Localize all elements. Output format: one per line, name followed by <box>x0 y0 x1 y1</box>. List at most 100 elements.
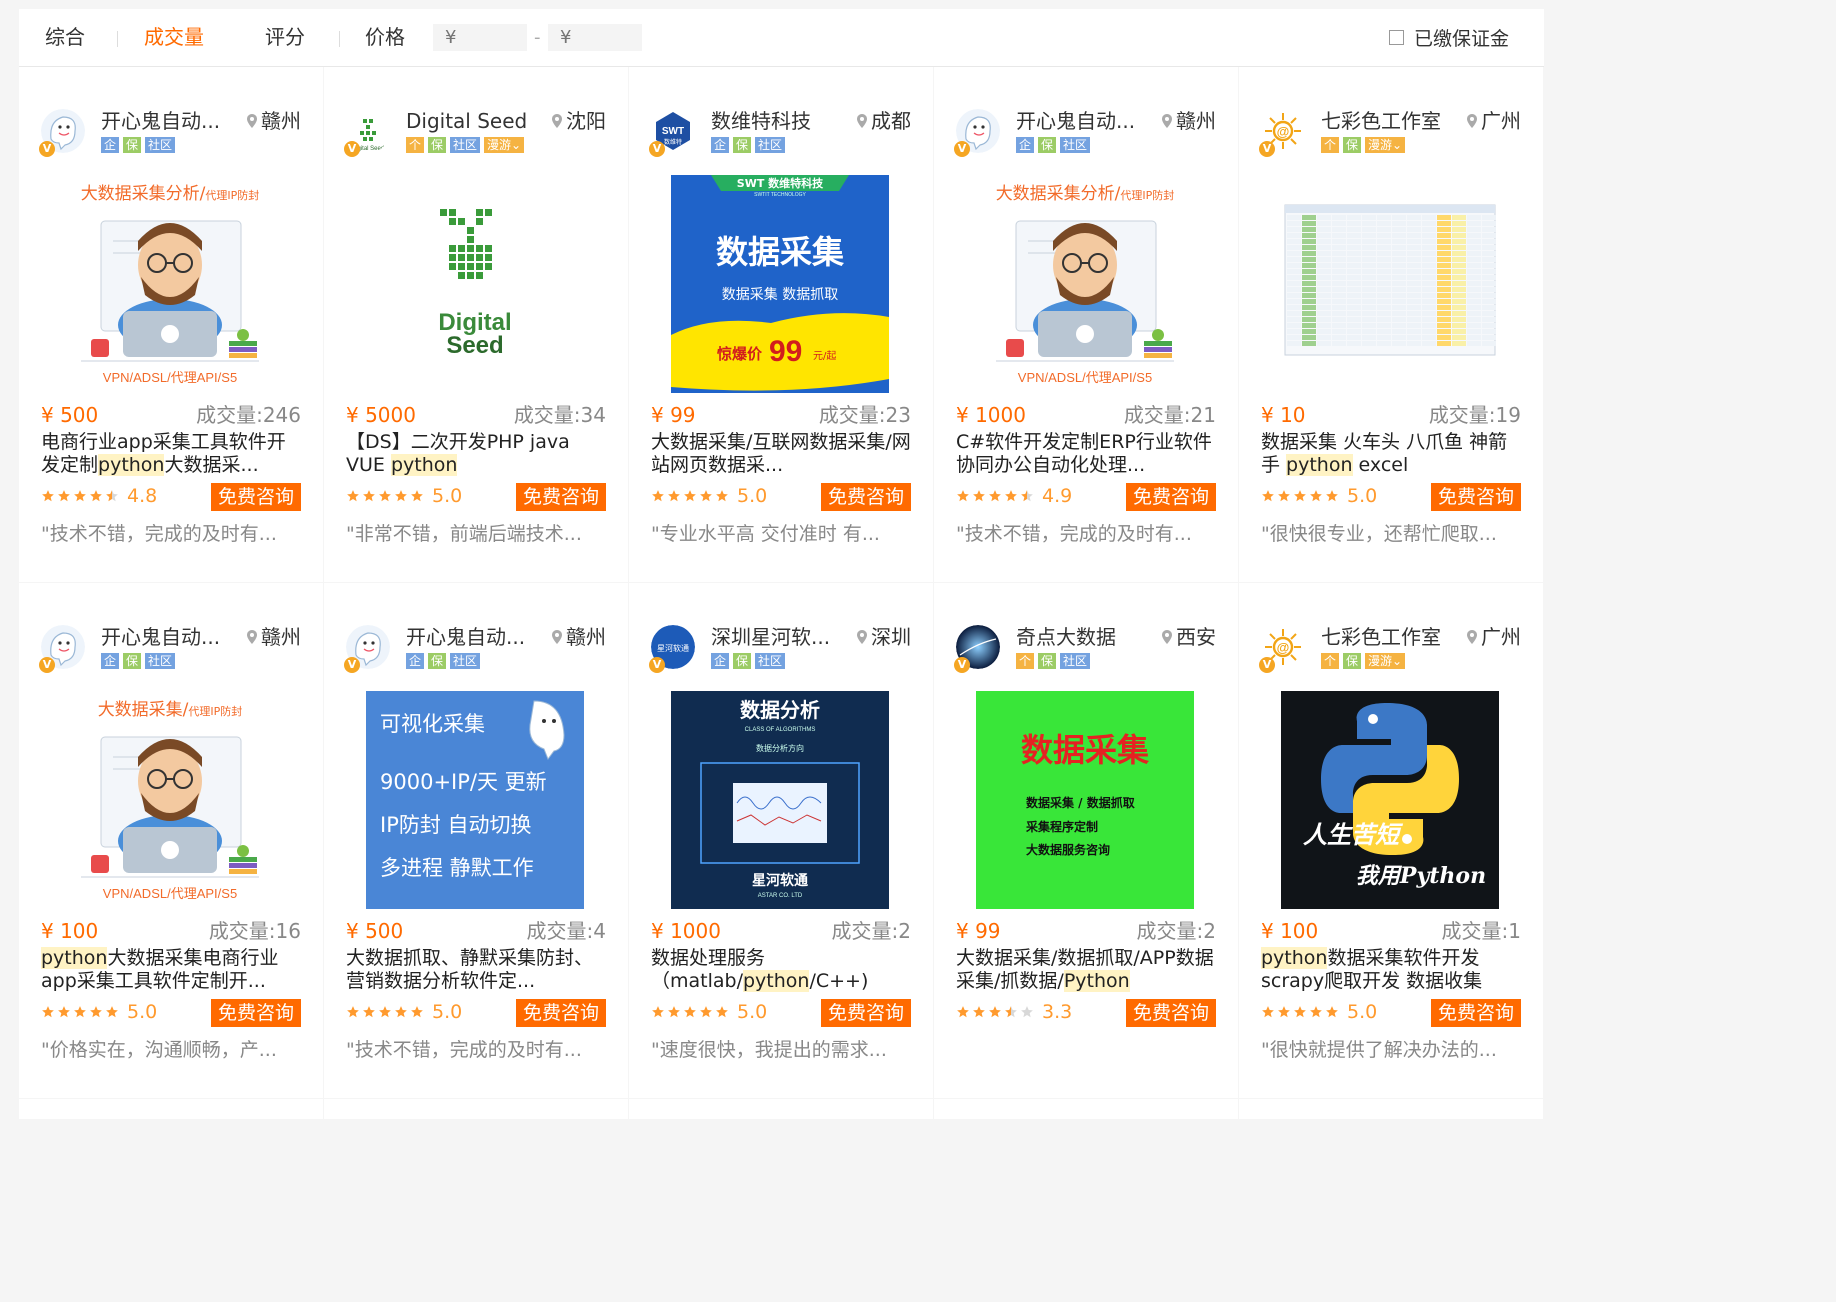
product-card[interactable] <box>1239 1099 1543 1119</box>
product-title[interactable]: 大数据采集/数据抓取/APP数据采集/抓数据/Python <box>956 947 1218 993</box>
shop-tag[interactable]: 个 <box>1321 137 1340 153</box>
free-consult-button[interactable]: 免费咨询 <box>820 483 911 511</box>
product-card[interactable]: V 开心鬼自动... 赣州 企保社区 大数据采集分析/代理IP防封 VPN/AD… <box>934 67 1238 582</box>
free-consult-button[interactable]: 免费咨询 <box>515 999 606 1027</box>
shop-tag[interactable]: 社区 <box>145 137 176 153</box>
sort-tab-sales[interactable]: 成交量 <box>144 9 204 66</box>
sort-tab-rating[interactable]: 评分 <box>265 9 305 66</box>
product-image[interactable] <box>1281 175 1499 393</box>
sales-count: 成交量:21 <box>1123 403 1216 427</box>
product-image[interactable]: 可视化采集 9000+IP/天 更新 IP防封 自动切换 多进程 静默工作 <box>366 691 584 909</box>
shop-tag[interactable]: 个 <box>406 137 425 153</box>
shop-name[interactable]: 七彩色工作室 <box>1321 109 1451 133</box>
product-card[interactable]: V 开心鬼自动... 赣州 企保社区 大数据采集分析/代理IP防封 VPN/AD… <box>19 67 323 582</box>
shop-tag[interactable]: 保 <box>123 653 142 669</box>
free-consult-button[interactable]: 免费咨询 <box>1430 999 1521 1027</box>
deposit-checkbox[interactable] <box>1388 30 1404 45</box>
shop-tag[interactable]: 社区 <box>755 137 786 153</box>
shop-tag[interactable]: 保 <box>733 137 752 153</box>
product-title[interactable]: 数据采集 火车头 八爪鱼 神箭手 python excel <box>1261 431 1523 477</box>
free-consult-button[interactable]: 免费咨询 <box>820 999 911 1027</box>
shop-tag[interactable]: 企 <box>406 653 425 669</box>
product-title[interactable]: 电商行业app采集工具软件开发定制python大数据采... <box>41 431 303 477</box>
free-consult-button[interactable]: 免费咨询 <box>515 483 606 511</box>
free-consult-button[interactable]: 免费咨询 <box>210 483 301 511</box>
product-card[interactable] <box>19 1099 323 1119</box>
shop-tag[interactable]: 企 <box>711 653 730 669</box>
verified-badge-icon: V <box>954 657 970 673</box>
product-title[interactable]: 【DS】二次开发PHP java VUE python <box>346 431 608 477</box>
shop-name[interactable]: 七彩色工作室 <box>1321 625 1451 649</box>
shop-name[interactable]: 开心鬼自动... <box>406 625 536 649</box>
shop-tag[interactable]: 个 <box>1321 653 1340 669</box>
product-card[interactable]: V 开心鬼自动... 赣州 企保社区 大数据采集/代理IP防封 VPN/ADSL… <box>19 583 323 1098</box>
shop-name[interactable]: 开心鬼自动... <box>101 625 231 649</box>
product-image[interactable]: 人生苦短 我用Python <box>1281 691 1499 909</box>
shop-tag[interactable]: 社区 <box>145 653 176 669</box>
shop-tag[interactable]: 保 <box>428 137 447 153</box>
product-title[interactable]: 大数据采集/互联网数据采集/网站网页数据采... <box>651 431 913 477</box>
product-title[interactable]: 大数据抓取、静默采集防封、营销数据分析软件定... <box>346 947 608 993</box>
product-card[interactable]: @ V 七彩色工作室 广州 个保漫游⌄ 人生苦短 我用Python ¥ 100 成… <box>1239 583 1543 1098</box>
price-max-input[interactable] <box>548 24 642 51</box>
shop-name[interactable]: 开心鬼自动... <box>1016 109 1146 133</box>
shop-tag[interactable]: 社区 <box>755 653 786 669</box>
product-image[interactable]: Digital Seed <box>366 175 584 393</box>
product-title[interactable]: python数据采集软件开发scrapy爬取开发 数据收集 <box>1261 947 1523 993</box>
product-card[interactable]: Digital Seed V Digital Seed 沈阳 个保社区 漫游⌄ D… <box>324 67 628 582</box>
shop-tag[interactable]: 企 <box>101 137 120 153</box>
shop-name[interactable]: 开心鬼自动... <box>101 109 231 133</box>
free-consult-button[interactable]: 免费咨询 <box>1125 483 1216 511</box>
star-icon <box>1021 490 1033 502</box>
product-card[interactable] <box>324 1099 628 1119</box>
shop-tag[interactable]: 漫游⌄ <box>1365 137 1406 153</box>
sort-tab-price[interactable]: 价格 <box>365 9 405 66</box>
product-image[interactable]: 数据分析 CLASS OF ALGORITHMS 数据分析方向 星河软通 ASTAR C… <box>671 691 889 909</box>
product-card[interactable]: V 开心鬼自动... 赣州 企保社区 可视化采集 9000+IP/天 更新 IP防封… <box>324 583 628 1098</box>
shop-tag[interactable]: 保 <box>1343 137 1362 153</box>
shop-tag[interactable]: 社区 <box>450 653 481 669</box>
deposit-filter[interactable]: 已缴保证金 <box>1388 9 1509 66</box>
shop-tag[interactable]: 社区 <box>450 137 481 153</box>
shop-tag[interactable]: 保 <box>733 653 752 669</box>
product-image[interactable]: SWT 数维特科技 SWTIT TECHNOLOGY 数据采集 数据采集 数据抓取 惊爆… <box>671 175 889 393</box>
product-title[interactable]: 数据处理服务（matlab/python/C++) <box>651 947 913 993</box>
location-pin-icon <box>1467 114 1477 128</box>
product-card[interactable] <box>934 1099 1238 1119</box>
free-consult-button[interactable]: 免费咨询 <box>210 999 301 1027</box>
product-card[interactable] <box>629 1099 933 1119</box>
shop-tag[interactable]: 保 <box>1038 137 1057 153</box>
product-card[interactable]: 星河软通 V 深圳星河软... 深圳 企保社区 数据分析 CLASS OF ALG… <box>629 583 933 1098</box>
shop-tag[interactable]: 企 <box>101 653 120 669</box>
product-image[interactable]: 大数据采集分析/代理IP防封 VPN/ADSL/代理API/S5 <box>61 175 279 393</box>
shop-tag[interactable]: 保 <box>1343 653 1362 669</box>
shop-tag[interactable]: 社区 <box>1060 653 1091 669</box>
free-consult-button[interactable]: 免费咨询 <box>1430 483 1521 511</box>
shop-tag[interactable]: 漫游⌄ <box>1365 653 1406 669</box>
shop-tag[interactable]: 社区 <box>1060 137 1091 153</box>
sort-tab-comprehensive[interactable]: 综合 <box>45 9 85 66</box>
free-consult-button[interactable]: 免费咨询 <box>1125 999 1216 1027</box>
shop-tag[interactable]: 企 <box>711 137 730 153</box>
shop-tag[interactable]: 保 <box>123 137 142 153</box>
shop-tag[interactable]: 企 <box>1016 137 1035 153</box>
product-title[interactable]: python大数据采集电商行业app采集工具软件定制开... <box>41 947 303 993</box>
product-image[interactable]: 大数据采集/代理IP防封 VPN/ADSL/代理API/S5 <box>61 691 279 909</box>
shop-name[interactable]: 深圳星河软... <box>711 625 841 649</box>
product-card[interactable]: SWT 数维特 V 数维特科技 成都 企保社区 SWT 数维特科技 SWTIT TE… <box>629 67 933 582</box>
shop-tag[interactable]: 漫游⌄ <box>484 137 525 153</box>
product-image[interactable]: 大数据采集分析/代理IP防封 VPN/ADSL/代理API/S5 <box>976 175 1194 393</box>
shop-name[interactable]: 奇点大数据 <box>1016 625 1146 649</box>
product-card[interactable]: @ V 七彩色工作室 广州 个保漫游⌄ ¥ 10 成交量:19 数据采集 火车头… <box>1239 67 1543 582</box>
product-title[interactable]: C#软件开发定制ERP行业软件协同办公自动化处理... <box>956 431 1218 477</box>
shop-name[interactable]: 数维特科技 <box>711 109 841 133</box>
shop-tag[interactable]: 保 <box>1038 653 1057 669</box>
product-image[interactable]: 数据采集 数据采集 / 数据抓取 采集程序定制 大数据服务咨询 <box>976 691 1194 909</box>
title-text: 大数据采集/互联网数据采集/网站网页数据采... <box>651 431 911 476</box>
shop-tag[interactable]: 保 <box>428 653 447 669</box>
shop-name[interactable]: Digital Seed <box>406 109 536 133</box>
price-min-input[interactable] <box>433 24 527 51</box>
divider <box>339 31 340 47</box>
product-card[interactable]: V 奇点大数据 西安 个保社区 数据采集 数据采集 / 数据抓取 采集程序定制 大数据… <box>934 583 1238 1098</box>
shop-tag[interactable]: 个 <box>1016 653 1035 669</box>
